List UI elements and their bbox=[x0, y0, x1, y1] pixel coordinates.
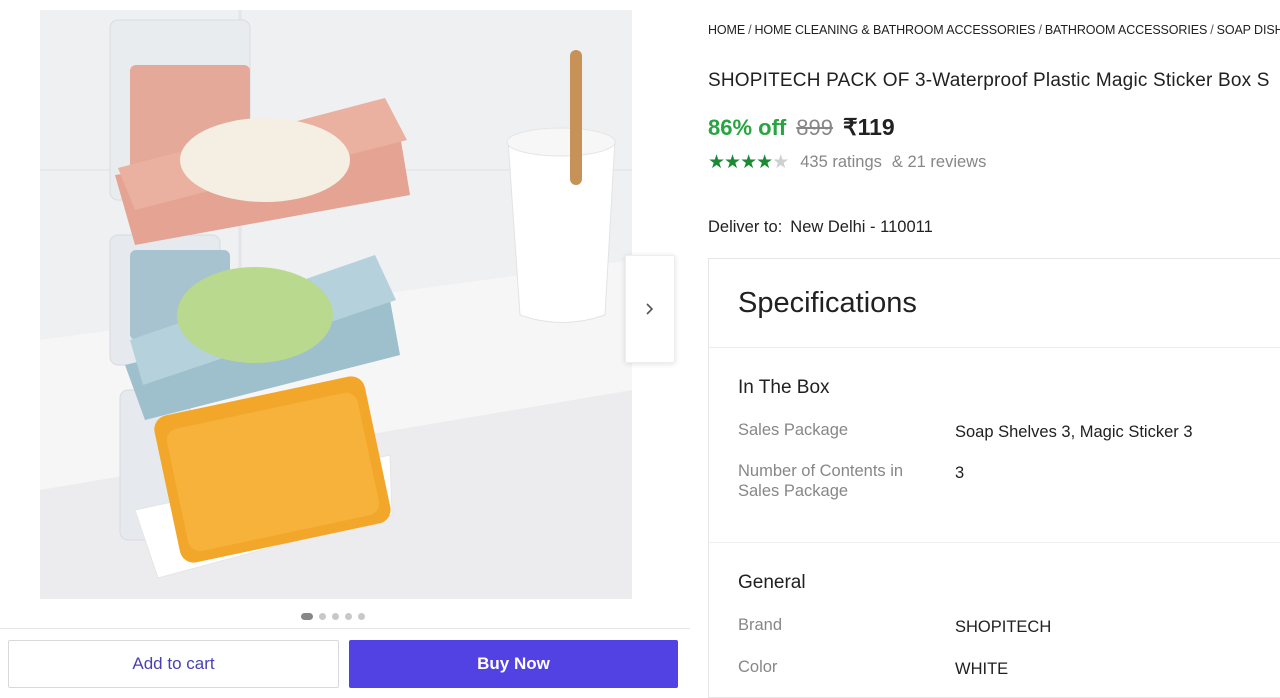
carousel-dot[interactable] bbox=[332, 613, 339, 620]
carousel-dot[interactable] bbox=[358, 613, 365, 620]
product-title: SHOPITECH PACK OF 3-Waterproof Plastic M… bbox=[708, 70, 1270, 91]
star-empty-icon: ★ bbox=[772, 152, 789, 173]
star-icon: ★ bbox=[740, 152, 757, 173]
carousel-dots bbox=[301, 613, 365, 620]
breadcrumb: HOME / HOME CLEANING & BATHROOM ACCESSORIE… bbox=[708, 23, 1280, 37]
spec-value: WHITE bbox=[955, 660, 1009, 678]
carousel-dot[interactable] bbox=[319, 613, 326, 620]
price-row: 86% off 899 ₹119 bbox=[708, 114, 895, 141]
spec-value: SHOPITECH bbox=[955, 618, 1052, 636]
spec-key: Brand bbox=[738, 616, 783, 634]
deliver-label: Deliver to: bbox=[708, 218, 783, 236]
star-icon: ★ bbox=[756, 152, 773, 173]
reviews-count[interactable]: & 21 reviews bbox=[892, 153, 986, 172]
spec-key: Sales Package bbox=[738, 421, 849, 439]
discount-percent: 86% off bbox=[708, 115, 787, 140]
specifications-heading: Specifications bbox=[738, 287, 917, 319]
breadcrumb-home-cleaning[interactable]: HOME CLEANING & BATHROOM ACCESSORIES bbox=[754, 23, 1035, 37]
divider bbox=[709, 347, 1280, 348]
specifications-card: Specifications In The Box Sales Package … bbox=[708, 258, 1280, 698]
divider bbox=[709, 542, 1280, 543]
spec-section-title: In The Box bbox=[738, 377, 830, 398]
spec-key: Number of Contents in Sales Package bbox=[738, 462, 904, 500]
product-details: HOME / HOME CLEANING & BATHROOM ACCESSORIE… bbox=[708, 0, 1280, 698]
delivery-location[interactable]: New Delhi - 110011 bbox=[790, 218, 932, 236]
spec-section-title: General bbox=[738, 572, 806, 593]
original-price: 899 bbox=[796, 115, 833, 140]
delivery-info[interactable]: Deliver to: New Delhi - 110011 bbox=[708, 218, 933, 237]
breadcrumb-home[interactable]: HOME bbox=[708, 23, 745, 37]
next-image-button[interactable] bbox=[625, 255, 675, 363]
star-icon: ★ bbox=[724, 152, 741, 173]
carousel-dot[interactable] bbox=[345, 613, 352, 620]
spec-value: Soap Shelves 3, Magic Sticker 3 bbox=[955, 423, 1193, 441]
breadcrumb-soap-dishes[interactable]: SOAP DISHE bbox=[1217, 23, 1280, 37]
carousel-dot[interactable] bbox=[301, 613, 313, 620]
product-image[interactable] bbox=[40, 10, 632, 599]
chevron-right-icon bbox=[646, 303, 654, 315]
ratings-count[interactable]: 435 ratings bbox=[800, 153, 882, 172]
rating-row[interactable]: ★ ★ ★ ★ ★ 435 ratings & 21 reviews bbox=[708, 153, 986, 172]
breadcrumb-bathroom-accessories[interactable]: BATHROOM ACCESSORIES bbox=[1045, 23, 1207, 37]
selling-price: ₹119 bbox=[842, 114, 895, 140]
rating-stars: ★ ★ ★ ★ ★ bbox=[708, 152, 789, 173]
buy-now-button[interactable]: Buy Now bbox=[349, 640, 678, 688]
spec-value: 3 bbox=[955, 464, 965, 482]
star-icon: ★ bbox=[708, 152, 725, 173]
spec-key: Color bbox=[738, 658, 778, 676]
add-to-cart-button[interactable]: Add to cart bbox=[8, 640, 339, 688]
action-bar: Add to cart Buy Now bbox=[0, 628, 690, 691]
